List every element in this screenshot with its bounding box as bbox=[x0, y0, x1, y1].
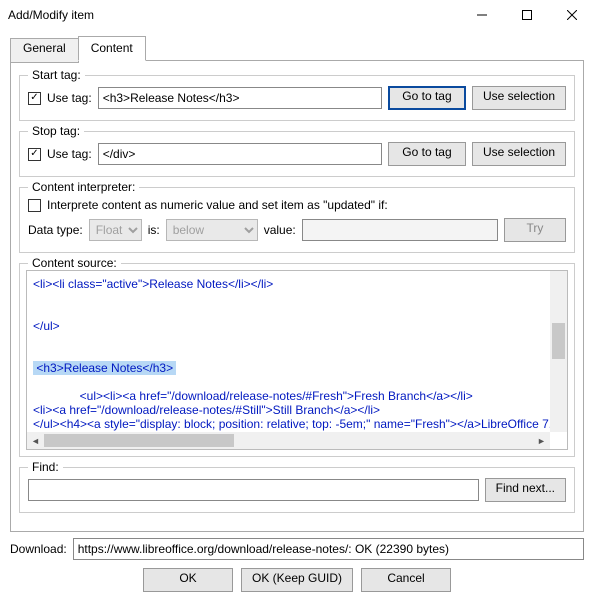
tab-general[interactable]: General bbox=[10, 38, 79, 63]
find-input[interactable] bbox=[28, 479, 479, 501]
value-input bbox=[302, 219, 498, 241]
window-title: Add/Modify item bbox=[8, 8, 459, 22]
stop-tag-input[interactable] bbox=[98, 143, 382, 165]
value-label: value: bbox=[264, 223, 296, 237]
tab-panel-content: Start tag: ✓ Use tag: Go to tag Use sele… bbox=[10, 60, 584, 532]
download-label: Download: bbox=[10, 542, 67, 556]
interpreter-checkbox[interactable] bbox=[28, 199, 41, 212]
content-source-box[interactable]: <li><li class="active">Release Notes</li… bbox=[26, 270, 568, 450]
dialog-buttons: OK OK (Keep GUID) Cancel bbox=[10, 568, 584, 592]
start-tag-go-button[interactable]: Go to tag bbox=[388, 86, 466, 110]
tab-content[interactable]: Content bbox=[78, 36, 146, 61]
scroll-right-icon[interactable]: ► bbox=[533, 432, 550, 449]
stop-tag-use-selection-button[interactable]: Use selection bbox=[472, 142, 566, 166]
stop-tag-use-checkbox[interactable]: ✓ bbox=[28, 148, 41, 161]
maximize-button[interactable] bbox=[504, 0, 549, 30]
titlebar: Add/Modify item bbox=[0, 0, 594, 30]
start-tag-use-label: Use tag: bbox=[47, 91, 92, 105]
interpreter-group: Content interpreter: Interprete content … bbox=[19, 187, 575, 253]
interpreter-checkbox-label: Interprete content as numeric value and … bbox=[47, 198, 388, 212]
ok-keep-guid-button[interactable]: OK (Keep GUID) bbox=[241, 568, 353, 592]
content-source-legend: Content source: bbox=[28, 256, 121, 270]
stop-tag-legend: Stop tag: bbox=[28, 124, 84, 138]
interpreter-legend: Content interpreter: bbox=[28, 180, 139, 194]
is-select[interactable]: below bbox=[166, 219, 258, 241]
ok-button[interactable]: OK bbox=[143, 568, 233, 592]
start-tag-legend: Start tag: bbox=[28, 68, 85, 82]
find-group: Find: Find next... bbox=[19, 467, 575, 513]
cancel-button[interactable]: Cancel bbox=[361, 568, 451, 592]
content-source-text: <li><li class="active">Release Notes</li… bbox=[27, 271, 550, 432]
start-tag-input[interactable] bbox=[98, 87, 382, 109]
vertical-scrollbar[interactable] bbox=[550, 271, 567, 432]
scroll-left-icon[interactable]: ◄ bbox=[27, 432, 44, 449]
download-input[interactable] bbox=[73, 538, 584, 560]
minimize-button[interactable] bbox=[459, 0, 504, 30]
is-label: is: bbox=[148, 223, 160, 237]
data-type-label: Data type: bbox=[28, 223, 83, 237]
start-tag-use-selection-button[interactable]: Use selection bbox=[472, 86, 566, 110]
data-type-select[interactable]: Float bbox=[89, 219, 142, 241]
horizontal-scrollbar[interactable]: ◄ ► bbox=[27, 432, 550, 449]
find-next-button[interactable]: Find next... bbox=[485, 478, 566, 502]
stop-tag-group: Stop tag: ✓ Use tag: Go to tag Use selec… bbox=[19, 131, 575, 177]
start-tag-use-checkbox[interactable]: ✓ bbox=[28, 92, 41, 105]
find-legend: Find: bbox=[28, 460, 63, 474]
try-button: Try bbox=[504, 218, 566, 242]
tab-bar: General Content bbox=[10, 36, 584, 61]
stop-tag-go-button[interactable]: Go to tag bbox=[388, 142, 466, 166]
start-tag-group: Start tag: ✓ Use tag: Go to tag Use sele… bbox=[19, 75, 575, 121]
content-source-group: Content source: <li><li class="active">R… bbox=[19, 263, 575, 457]
stop-tag-use-label: Use tag: bbox=[47, 147, 92, 161]
close-button[interactable] bbox=[549, 0, 594, 30]
